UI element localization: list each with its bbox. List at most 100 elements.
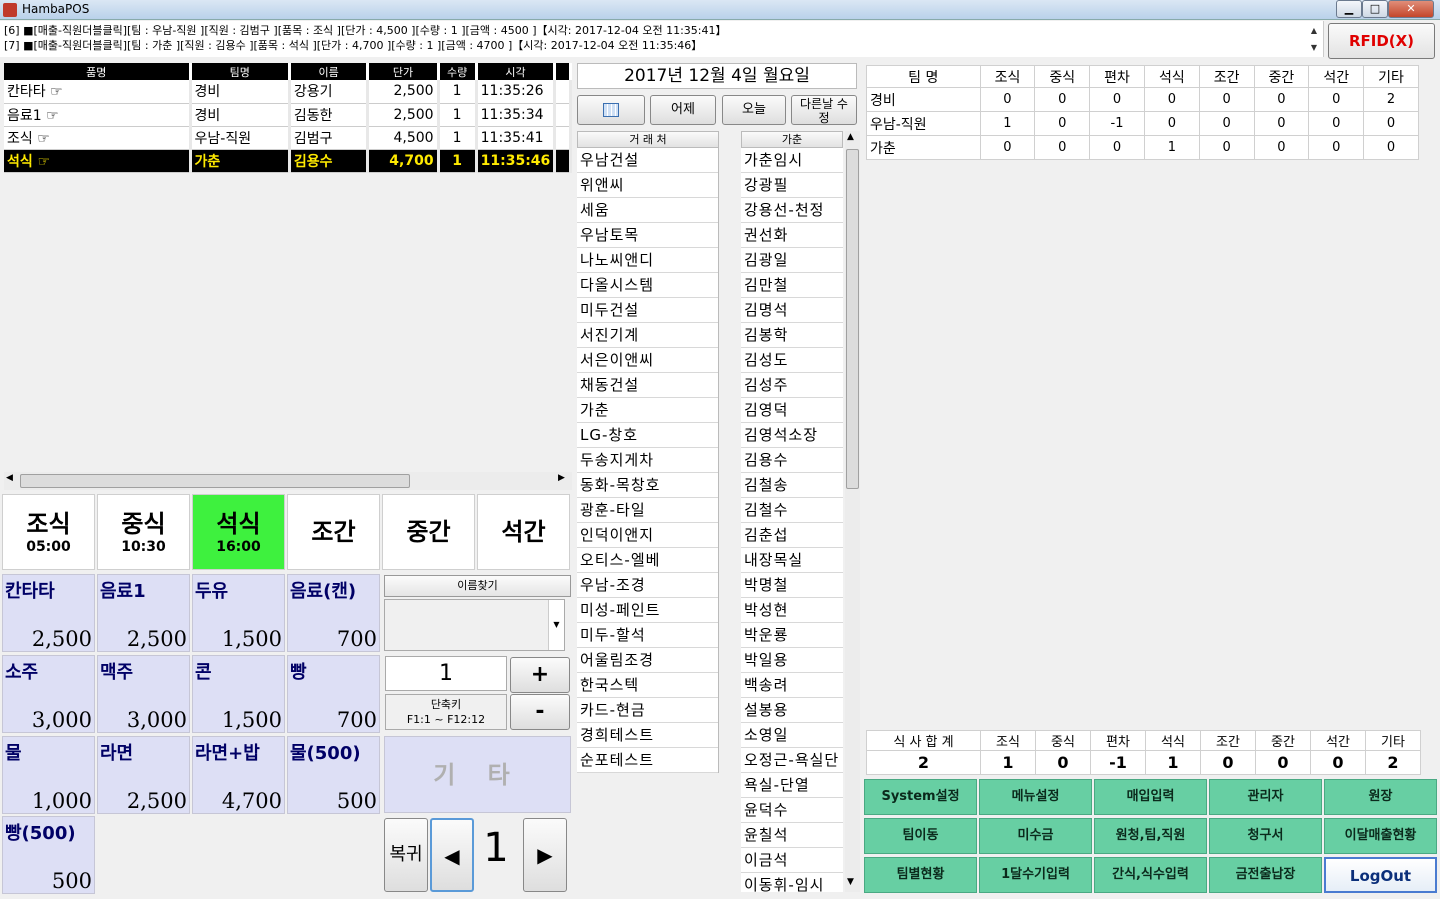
- find-name-button[interactable]: 이름찾기: [384, 575, 571, 597]
- scroll-up-icon[interactable]: ▲: [847, 132, 854, 142]
- employee-item[interactable]: 김철수: [741, 498, 843, 523]
- employee-item[interactable]: 이동휘-임시: [741, 873, 843, 892]
- employee-item[interactable]: 내장목실: [741, 548, 843, 573]
- client-item[interactable]: 두송지게차: [577, 448, 718, 473]
- minus-button[interactable]: -: [510, 694, 570, 730]
- client-item[interactable]: 서은이앤씨: [577, 348, 718, 373]
- plus-button[interactable]: +: [510, 657, 570, 693]
- employee-item[interactable]: 김영덕: [741, 398, 843, 423]
- menu-item-button[interactable]: 콘 1,500: [192, 655, 285, 733]
- minimize-button[interactable]: ▁: [1336, 0, 1362, 18]
- client-item[interactable]: 위앤씨: [577, 173, 718, 198]
- other-day-edit-button[interactable]: 다른날 수 정: [791, 95, 857, 125]
- close-button[interactable]: ✕: [1388, 0, 1434, 18]
- employee-item[interactable]: 윤칠석: [741, 823, 843, 848]
- employee-item[interactable]: 욕실-단열: [741, 773, 843, 798]
- employee-item[interactable]: 백송려: [741, 673, 843, 698]
- menu-item-button[interactable]: 물 1,000: [2, 736, 95, 814]
- client-item[interactable]: 가춘: [577, 398, 718, 423]
- etc-button[interactable]: 기 타: [384, 736, 571, 813]
- system-settings-button[interactable]: System설정: [864, 779, 977, 815]
- cash-book-button[interactable]: 금전출납장: [1209, 857, 1322, 893]
- receivables-button[interactable]: 미수금: [979, 818, 1092, 854]
- client-item[interactable]: 나노씨앤디: [577, 248, 718, 273]
- employee-item[interactable]: 소영일: [741, 723, 843, 748]
- team-status-button[interactable]: 팀별현황: [864, 857, 977, 893]
- team-stats-row[interactable]: 경비 0 0 0 0 0 0 0 2: [866, 87, 1419, 112]
- order-row[interactable]: 조식 ☞ 우남-직원 김범구 4,500 1 11:35:41: [4, 126, 572, 150]
- meal-button-morning-snack[interactable]: 조간: [287, 494, 380, 570]
- employee-item[interactable]: 강광필: [741, 173, 843, 198]
- menu-item-button[interactable]: 빵 700: [287, 655, 380, 733]
- employee-item[interactable]: 김성도: [741, 348, 843, 373]
- employee-item[interactable]: 김춘섭: [741, 523, 843, 548]
- menu-item-button[interactable]: 라면 2,500: [97, 736, 190, 814]
- menu-item-button[interactable]: 맥주 3,000: [97, 655, 190, 733]
- employee-item[interactable]: 윤덕수: [741, 798, 843, 823]
- meal-button-breakfast[interactable]: 조식 05:00: [2, 494, 95, 570]
- menu-item-button[interactable]: 음료1 2,500: [97, 574, 190, 652]
- employee-item[interactable]: 김성주: [741, 373, 843, 398]
- employee-item[interactable]: 김용수: [741, 448, 843, 473]
- client-item[interactable]: 미두-할석: [577, 623, 718, 648]
- client-item[interactable]: 다올시스템: [577, 273, 718, 298]
- scroll-thumb[interactable]: [20, 474, 410, 488]
- employee-item[interactable]: 김철송: [741, 473, 843, 498]
- team-stats-row[interactable]: 우남-직원 1 0 -1 0 0 0 0 0: [866, 111, 1419, 136]
- employee-item[interactable]: 김만철: [741, 273, 843, 298]
- team-stats-row[interactable]: 가춘 0 0 0 1 0 0 0 0: [866, 135, 1419, 160]
- menu-item-button[interactable]: 물(500) 500: [287, 736, 380, 814]
- meal-button-lunch[interactable]: 중식 10:30: [97, 494, 190, 570]
- name-search-combo[interactable]: [384, 599, 565, 651]
- menu-item-button[interactable]: 두유 1,500: [192, 574, 285, 652]
- employee-item[interactable]: 김영석소장: [741, 423, 843, 448]
- calendar-button[interactable]: [577, 95, 645, 125]
- employee-item[interactable]: 이금석: [741, 848, 843, 873]
- scroll-down-icon[interactable]: ▼: [847, 877, 854, 887]
- contractor-team-staff-button[interactable]: 원청,팀,직원: [1094, 818, 1207, 854]
- menu-item-button[interactable]: 라면+밥 4,700: [192, 736, 285, 814]
- order-row[interactable]: 음료1 ☞ 경비 김동한 2,500 1 11:35:34: [4, 103, 572, 127]
- client-item[interactable]: 광훈-타일: [577, 498, 718, 523]
- ledger-button[interactable]: 원장: [1324, 779, 1437, 815]
- rfid-button[interactable]: RFID(X): [1328, 23, 1435, 59]
- meal-button-dinner[interactable]: 석식 16:00: [192, 494, 285, 570]
- employee-item[interactable]: 박운룡: [741, 623, 843, 648]
- employee-item[interactable]: 박명철: [741, 573, 843, 598]
- maximize-button[interactable]: □: [1362, 0, 1388, 18]
- order-row[interactable]: 칸타타 ☞ 경비 강용기 2,500 1 11:35:26: [4, 80, 572, 104]
- client-item[interactable]: 경희테스트: [577, 723, 718, 748]
- employee-item[interactable]: 김봉학: [741, 323, 843, 348]
- admin-button[interactable]: 관리자: [1209, 779, 1322, 815]
- menu-item-button[interactable]: 음료(캔) 700: [287, 574, 380, 652]
- client-item[interactable]: 인덕이앤지: [577, 523, 718, 548]
- menu-item-button[interactable]: 소주 3,000: [2, 655, 95, 733]
- menu-item-button[interactable]: 빵(500) 500: [2, 816, 95, 894]
- client-item[interactable]: 한국스텍: [577, 673, 718, 698]
- client-item[interactable]: 우남-조경: [577, 573, 718, 598]
- client-item[interactable]: 서진기계: [577, 323, 718, 348]
- scroll-right-icon[interactable]: ▶: [558, 473, 565, 483]
- order-row-selected[interactable]: 석식 ☞ 가춘 김용수 4,700 1 11:35:46: [4, 149, 572, 173]
- client-item[interactable]: 오티스-엘베: [577, 548, 718, 573]
- yesterday-button[interactable]: 어제: [650, 95, 716, 125]
- employee-item[interactable]: 가춘임시: [741, 148, 843, 173]
- employee-item[interactable]: 오정근-욕실단: [741, 748, 843, 773]
- monthly-sales-button[interactable]: 이달매출현황: [1324, 818, 1437, 854]
- employee-item[interactable]: 김명석: [741, 298, 843, 323]
- snack-meal-entry-button[interactable]: 간식,식수입력: [1094, 857, 1207, 893]
- employee-item[interactable]: 권선화: [741, 223, 843, 248]
- order-hscrollbar[interactable]: ◀ ▶: [4, 472, 572, 490]
- menu-item-button[interactable]: 칸타타 2,500: [2, 574, 95, 652]
- employee-item[interactable]: 박성현: [741, 598, 843, 623]
- log-scrollbar[interactable]: ▲ ▼: [1306, 22, 1322, 56]
- employee-scrollbar[interactable]: ▲ ▼: [845, 131, 860, 892]
- employee-item[interactable]: 설봉용: [741, 698, 843, 723]
- client-item[interactable]: 순포테스트: [577, 748, 718, 773]
- monthly-manual-entry-button[interactable]: 1달수기입력: [979, 857, 1092, 893]
- next-page-button[interactable]: ▶: [523, 818, 567, 892]
- client-item[interactable]: 채동건설: [577, 373, 718, 398]
- employee-item[interactable]: 강용선-천정: [741, 198, 843, 223]
- client-item[interactable]: 동화-목창호: [577, 473, 718, 498]
- meal-button-midday-snack[interactable]: 중간: [382, 494, 475, 570]
